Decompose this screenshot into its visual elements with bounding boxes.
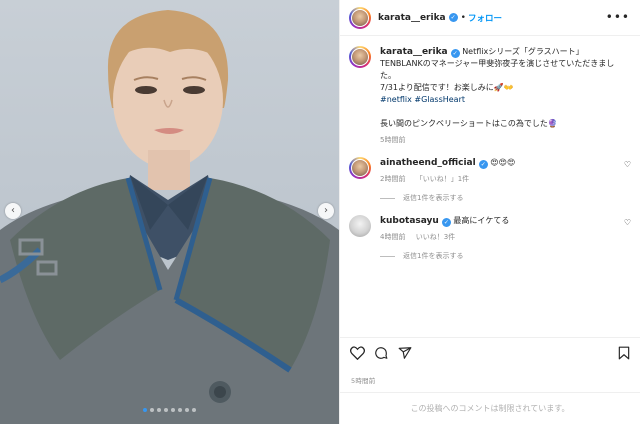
- caption-username[interactable]: karata__erika: [380, 47, 448, 57]
- next-image-button[interactable]: ›: [318, 203, 334, 219]
- carousel-dot: [185, 408, 189, 412]
- hashtag-link[interactable]: #netflix: [380, 95, 412, 104]
- caption-line: Netflixシリーズ「グラスハート」: [462, 47, 584, 56]
- post-photo: [0, 10, 339, 424]
- comment-item: kubotasayu ✓ 最高にイケてる 4時間前 いいね！3件 ♡ 返信1件を表…: [340, 215, 640, 261]
- separator: •: [460, 12, 466, 23]
- commenter-avatar[interactable]: [349, 157, 371, 179]
- carousel-dot: [150, 408, 154, 412]
- view-replies-button[interactable]: 返信1件を表示する: [380, 193, 618, 203]
- carousel-dot: [143, 408, 147, 412]
- comment-item: ainatheend_official ✓ 😍😍😍 2時間前 「いいね！」1件 ♡…: [340, 157, 640, 203]
- comment-username[interactable]: ainatheend_official: [380, 158, 476, 168]
- verified-badge-icon: ✓: [478, 160, 488, 169]
- caption-line: 7/31より配信です！お楽しみに🚀👐: [380, 83, 514, 92]
- comment-likes[interactable]: いいね！3件: [416, 233, 455, 241]
- comment-time[interactable]: 4時間前: [380, 233, 405, 241]
- view-replies-label: 返信1件を表示する: [403, 252, 464, 260]
- caption-time[interactable]: 5時間前: [380, 136, 405, 144]
- bookmark-icon[interactable]: [618, 346, 630, 360]
- post-actions: [340, 337, 640, 387]
- post-timestamp[interactable]: 5時間前: [351, 375, 375, 385]
- share-icon[interactable]: [398, 346, 412, 360]
- view-replies-label: 返信1件を表示する: [403, 194, 464, 202]
- comments-disabled-text: この投稿へのコメントは制限されています。: [410, 404, 570, 413]
- verified-badge-icon: ✓: [441, 218, 451, 227]
- comment-username[interactable]: kubotasayu: [380, 216, 439, 226]
- carousel-dot: [164, 408, 168, 412]
- verified-badge-icon: ✓: [448, 13, 458, 22]
- verified-badge-icon: ✓: [450, 49, 460, 58]
- carousel-dot: [157, 408, 161, 412]
- author-avatar[interactable]: [349, 6, 371, 29]
- comment-text: 最高にイケてる: [453, 216, 510, 225]
- carousel-dot: [192, 408, 196, 412]
- view-replies-button[interactable]: 返信1件を表示する: [380, 251, 618, 261]
- carousel-dot: [178, 408, 182, 412]
- caption-author-avatar[interactable]: [349, 46, 371, 68]
- carousel-indicator: [0, 408, 339, 412]
- caption-line: TENBLANKのマネージャー甲斐弥夜子を演じさせていただきまし: [380, 59, 615, 68]
- previous-image-button[interactable]: ‹: [5, 203, 21, 219]
- comments-disabled-notice: この投稿へのコメントは制限されています。: [340, 392, 640, 424]
- comment-text: 😍😍😍: [490, 158, 516, 167]
- like-comment-heart-icon[interactable]: ♡: [624, 218, 631, 227]
- carousel-dot: [171, 408, 175, 412]
- comment-icon[interactable]: [374, 346, 388, 360]
- more-options-icon[interactable]: •••: [606, 11, 630, 23]
- hashtag-link[interactable]: #GlassHeart: [414, 95, 465, 104]
- post-media[interactable]: ‹ ›: [0, 0, 339, 424]
- heart-icon[interactable]: [350, 346, 365, 360]
- comment-likes[interactable]: 「いいね！」1件: [416, 175, 469, 183]
- comments-scroll-area[interactable]: karata__erika ✓ Netflixシリーズ「グラスハート」 TENBL…: [340, 37, 640, 337]
- comment-time[interactable]: 2時間前: [380, 175, 405, 183]
- post-side-panel: karata__erika ✓ • フォロー ••• karata__erika…: [339, 0, 640, 424]
- caption-line: 長い間のピンクベリーショートはこの為でした🔮: [380, 119, 558, 128]
- caption: karata__erika ✓ Netflixシリーズ「グラスハート」 TENBL…: [340, 46, 640, 145]
- post-header: karata__erika ✓ • フォロー •••: [340, 0, 640, 36]
- like-comment-heart-icon[interactable]: ♡: [624, 160, 631, 169]
- caption-line: た。: [380, 71, 396, 80]
- follow-button[interactable]: フォロー: [468, 12, 502, 24]
- author-username[interactable]: karata__erika: [378, 13, 446, 23]
- commenter-avatar[interactable]: [349, 215, 371, 237]
